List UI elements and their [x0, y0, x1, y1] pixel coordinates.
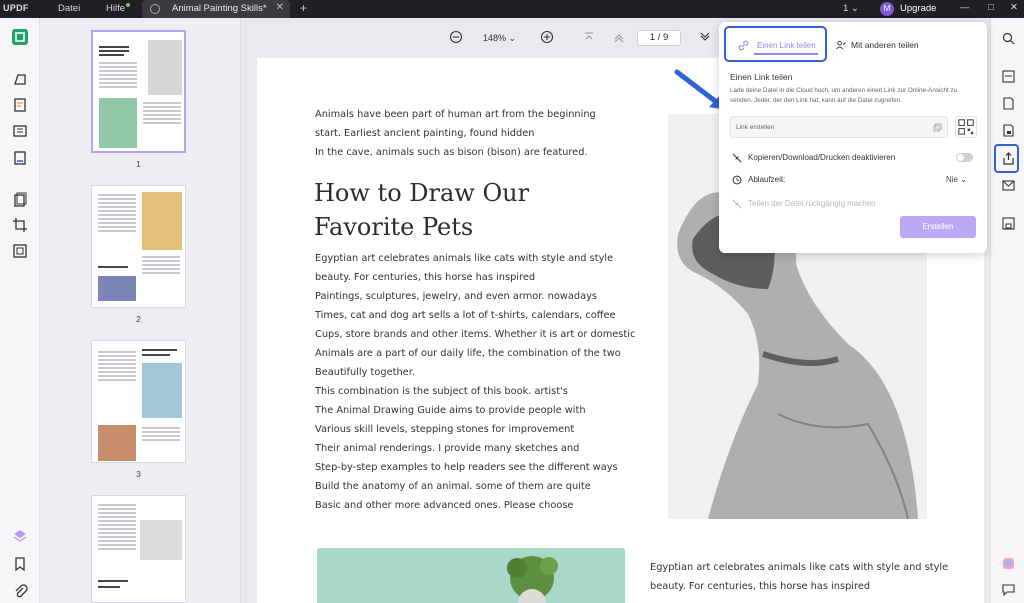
organize-pages-icon[interactable] — [12, 150, 28, 166]
expiry-select[interactable]: Nie ⌄ — [946, 175, 967, 184]
create-link-button[interactable]: Erstellen — [900, 216, 976, 238]
active-tab-underline — [754, 53, 818, 55]
maximize-button[interactable]: □ — [988, 2, 994, 13]
document-count[interactable]: 1 ⌄ — [843, 3, 859, 14]
menu-file[interactable]: Datei — [58, 3, 80, 14]
qr-code-button[interactable] — [955, 116, 977, 138]
upgrade-button[interactable]: Upgrade — [900, 3, 936, 14]
thumbnail-page-number: 3 — [136, 469, 141, 479]
comment-icon[interactable] — [12, 71, 28, 87]
new-tab-button[interactable]: + — [300, 1, 307, 15]
tab-share-with-others-label: Mit anderen teilen — [851, 40, 919, 50]
disable-download-toggle[interactable] — [956, 153, 973, 162]
tab-close-button[interactable]: ✕ — [276, 2, 284, 13]
tab-title: Animal Painting Skills* — [172, 3, 267, 14]
convert-pdf-icon[interactable] — [1002, 97, 1015, 110]
first-page-icon[interactable] — [582, 30, 596, 44]
user-avatar[interactable]: M — [880, 2, 894, 16]
page-thumbnail[interactable] — [91, 185, 186, 308]
revoke-label: Teilen der Datei rückgängig machen — [748, 199, 876, 208]
protect-icon[interactable] — [1002, 124, 1015, 137]
share-description: Lade deine Datei in die Cloud hoch, um a… — [730, 87, 958, 104]
chat-icon[interactable] — [1002, 583, 1015, 597]
notification-dot — [126, 3, 131, 7]
bottom-right-paragraph: Egyptian art celebrates animals like cat… — [650, 562, 949, 592]
body-paragraph: Egyptian art celebrates animals like cat… — [315, 253, 636, 511]
thumbnail-page-number: 1 — [136, 159, 141, 169]
close-button[interactable]: ✕ — [1010, 2, 1018, 13]
next-page-icon[interactable] — [698, 30, 712, 44]
email-icon[interactable] — [1002, 179, 1015, 192]
link-input[interactable]: Link erstellen — [730, 116, 948, 138]
attachment-icon[interactable] — [12, 583, 28, 599]
left-tool-rail — [0, 18, 40, 603]
form-icon[interactable] — [12, 123, 28, 139]
page-number-input[interactable]: 1 / 9 — [637, 30, 681, 46]
title-bar: UPDF Datei Hilfe Animal Painting Skills*… — [0, 0, 1024, 18]
link-off-icon — [732, 153, 742, 163]
page-heading: How to Draw Our Favorite Pets — [314, 179, 530, 241]
zoom-out-icon[interactable] — [449, 30, 463, 44]
minimize-button[interactable]: — — [960, 2, 970, 13]
page-thumbnail[interactable] — [91, 495, 186, 603]
intro-paragraph: Animals have been part of human art from… — [315, 109, 596, 158]
save-icon[interactable] — [1002, 217, 1015, 230]
page-thumbnail[interactable] — [91, 340, 186, 463]
link-input-placeholder: Link erstellen — [736, 124, 775, 131]
reader-mode-icon[interactable] — [12, 29, 28, 45]
qr-code-icon — [958, 119, 974, 135]
revoke-link-icon — [732, 199, 742, 209]
thumbnail-panel: 1 2 3 — [41, 18, 241, 603]
tab-document-icon — [150, 4, 160, 14]
tab-share-link-label: Einen Link teilen — [757, 41, 816, 50]
search-icon[interactable] — [1002, 32, 1015, 45]
bookmark-icon[interactable] — [12, 556, 28, 572]
plant-photo — [317, 548, 625, 603]
tab-share-with-others[interactable]: Mit anderen teilen — [836, 40, 919, 50]
convert-icon[interactable] — [12, 192, 28, 208]
app-logo: UPDF — [3, 3, 29, 13]
previous-page-icon[interactable] — [612, 30, 626, 44]
ocr-tool-icon[interactable] — [1002, 70, 1015, 83]
copy-icon[interactable] — [933, 123, 942, 132]
layers-icon[interactable] — [12, 528, 28, 544]
zoom-in-icon[interactable] — [540, 30, 554, 44]
crop-icon[interactable] — [12, 217, 28, 233]
ai-assistant-icon[interactable] — [1002, 557, 1015, 570]
thumbnail-page-number: 2 — [136, 314, 141, 324]
page-thumbnail[interactable] — [91, 30, 186, 153]
menu-help[interactable]: Hilfe — [106, 3, 131, 14]
share-section-title: Einen Link teilen — [730, 72, 793, 82]
zoom-level[interactable]: 148% ⌄ — [483, 33, 516, 44]
disable-download-label: Kopieren/Download/Drucken deaktivieren — [748, 153, 896, 162]
people-icon — [836, 40, 846, 50]
tab-share-link[interactable]: Einen Link teilen — [724, 26, 827, 62]
share-button-highlight — [994, 144, 1019, 173]
history-icon — [732, 175, 742, 185]
document-tab[interactable]: Animal Painting Skills* ✕ — [142, 0, 290, 18]
right-tool-rail — [990, 18, 1024, 603]
ocr-icon[interactable] — [12, 243, 28, 259]
expiry-label: Ablaufzeit: — [748, 175, 786, 184]
edit-pdf-icon[interactable] — [12, 97, 28, 113]
link-icon — [738, 40, 749, 51]
share-popover: Einen Link teilen Mit anderen teilen Ein… — [719, 22, 987, 253]
